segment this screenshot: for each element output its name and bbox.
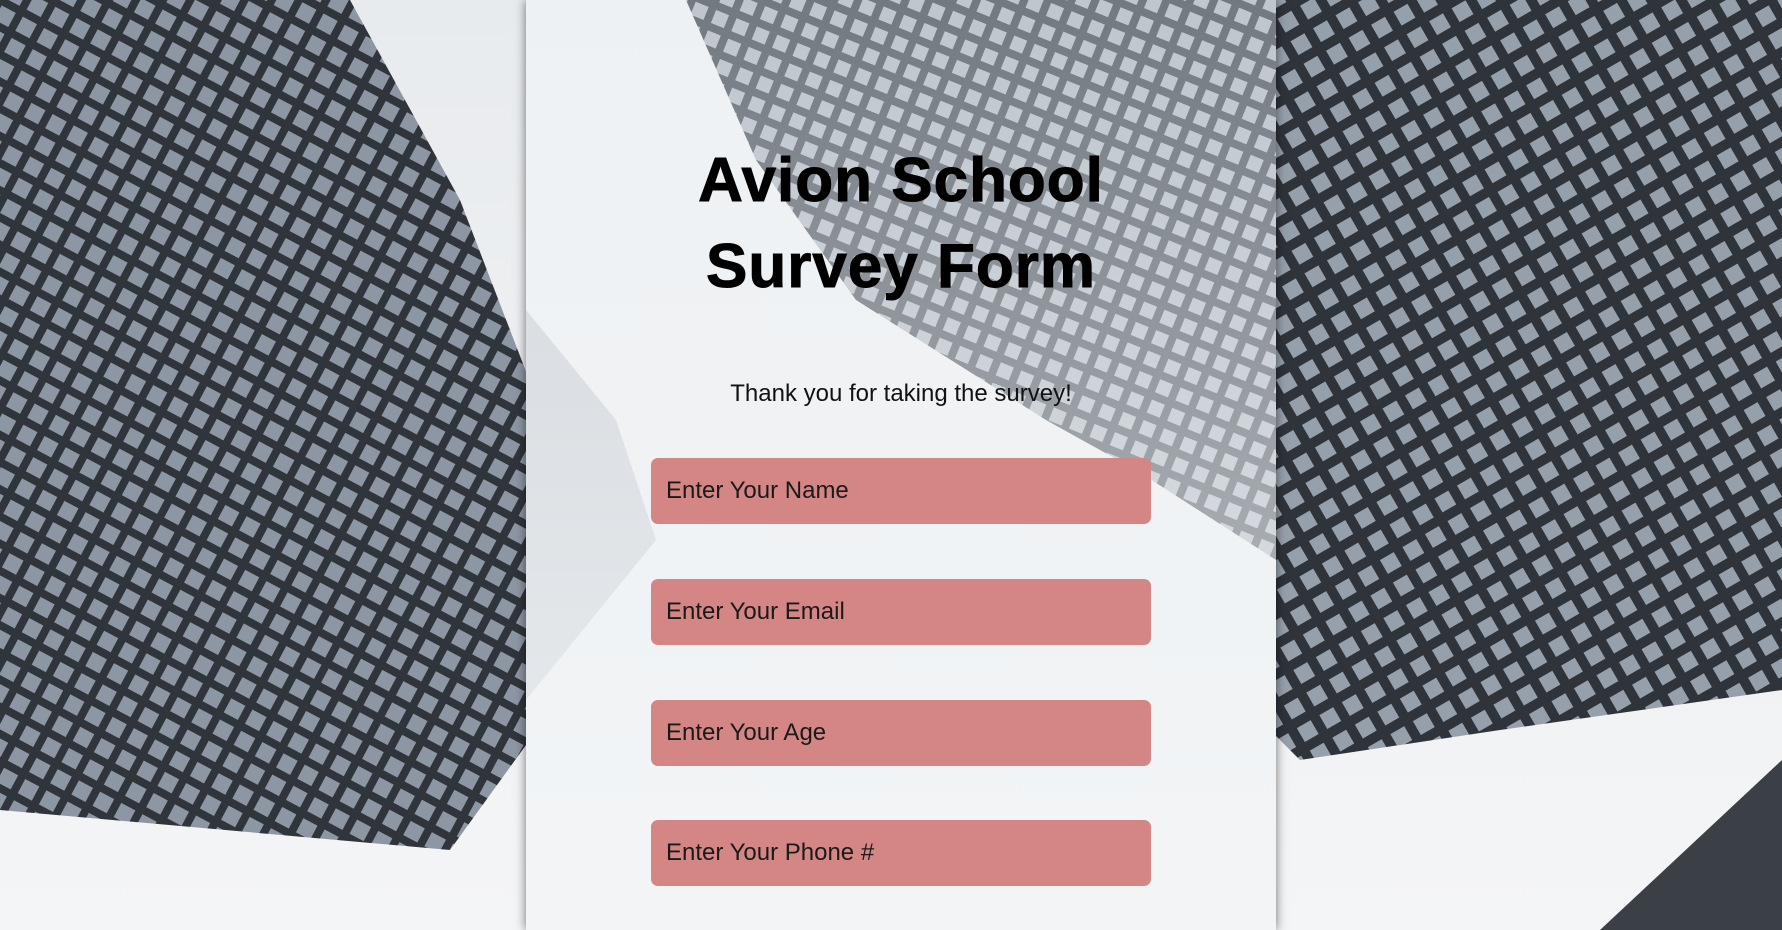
title-line-1: Avion School <box>698 146 1104 216</box>
name-input[interactable] <box>651 458 1151 524</box>
survey-form: Avion School Survey Form Thank you for t… <box>526 0 1276 930</box>
email-input[interactable] <box>651 579 1151 645</box>
age-input[interactable] <box>651 700 1151 766</box>
form-panel: Avion School Survey Form Thank you for t… <box>526 0 1276 930</box>
page-description: Thank you for taking the survey! <box>730 380 1072 407</box>
title-line-2: Survey Form <box>705 232 1097 302</box>
phone-input[interactable] <box>651 820 1151 886</box>
page-title: Avion School Survey Form <box>526 138 1276 310</box>
